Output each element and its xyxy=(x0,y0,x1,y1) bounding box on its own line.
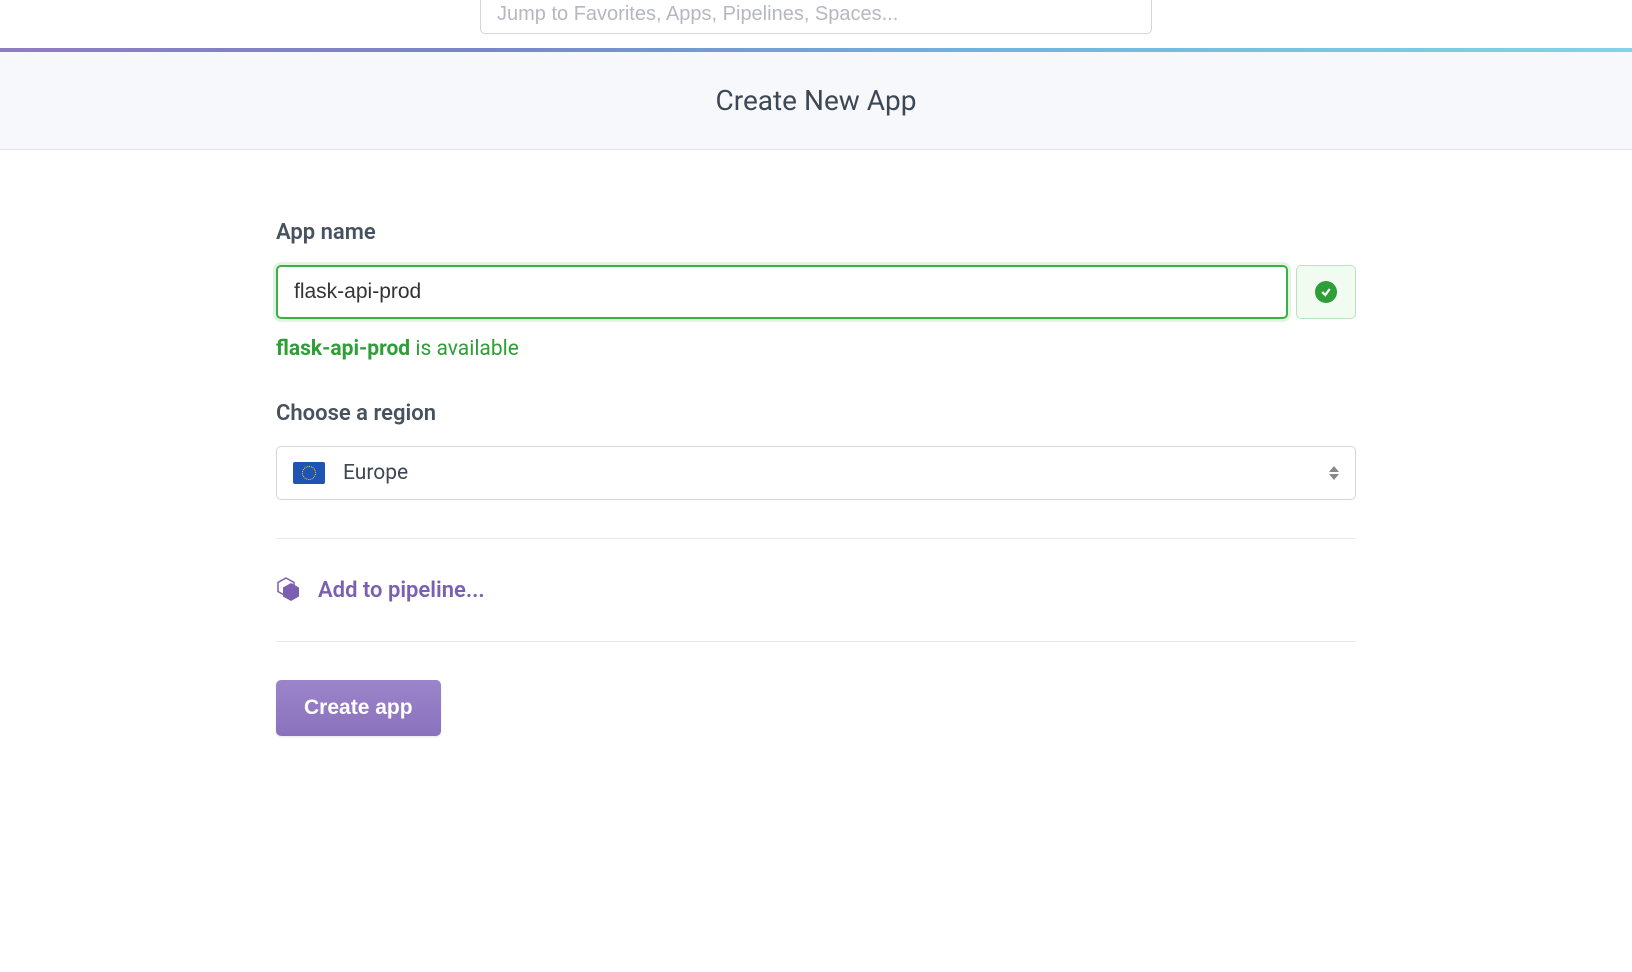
page-title: Create New App xyxy=(0,84,1632,117)
create-app-form: App name flask-api-prod is available Cho… xyxy=(276,150,1356,776)
app-name-input[interactable] xyxy=(276,265,1288,319)
check-circle-icon xyxy=(1315,281,1337,303)
pipeline-icon xyxy=(276,577,302,603)
add-to-pipeline-link[interactable]: Add to pipeline... xyxy=(276,577,1356,603)
top-bar xyxy=(0,0,1632,48)
page-header: Create New App xyxy=(0,52,1632,150)
create-app-button[interactable]: Create app xyxy=(276,680,441,736)
availability-suffix: is available xyxy=(410,337,519,361)
pipeline-link-label: Add to pipeline... xyxy=(318,578,485,603)
validation-indicator xyxy=(1296,265,1356,319)
select-arrows-icon xyxy=(1329,466,1339,480)
app-name-label: App name xyxy=(276,220,1356,245)
app-name-row xyxy=(276,265,1356,319)
region-select[interactable]: Europe xyxy=(276,446,1356,500)
eu-flag-icon xyxy=(293,462,325,484)
divider xyxy=(276,641,1356,642)
region-label: Choose a region xyxy=(276,401,1356,426)
global-search-input[interactable] xyxy=(480,0,1152,34)
region-section: Choose a region Europe xyxy=(276,401,1356,500)
availability-message: flask-api-prod is available xyxy=(276,337,1356,361)
region-selected-value: Europe xyxy=(343,461,408,485)
availability-app-name: flask-api-prod xyxy=(276,337,410,361)
divider xyxy=(276,538,1356,539)
